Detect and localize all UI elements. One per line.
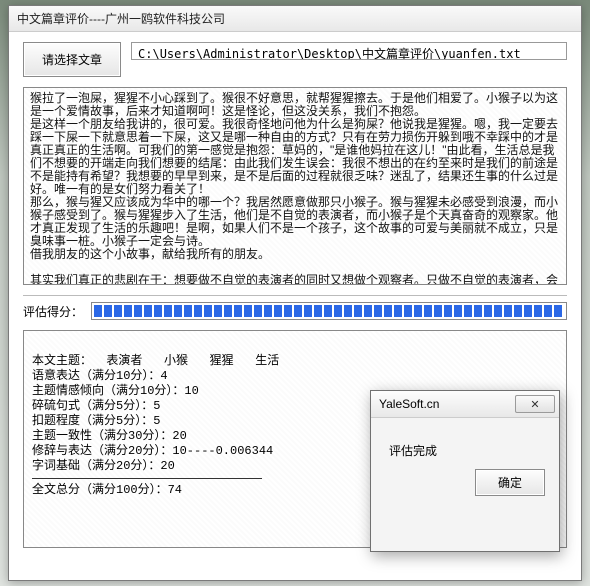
divider: [23, 295, 567, 296]
progress-segment: [294, 305, 302, 317]
progress-segment: [544, 305, 552, 317]
progress-segment: [134, 305, 142, 317]
progress-segment: [254, 305, 262, 317]
progress-segment: [384, 305, 392, 317]
progress-segment: [454, 305, 462, 317]
window-title: 中文篇章评价----广州一鸥软件科技公司: [17, 12, 225, 26]
progress-segment: [404, 305, 412, 317]
score-progressbar: [91, 302, 567, 320]
dialog-ok-button[interactable]: 确定: [475, 469, 545, 496]
results-divider: [32, 478, 262, 479]
progress-segment: [304, 305, 312, 317]
progress-segment: [284, 305, 292, 317]
file-path-field[interactable]: C:\Users\Administrator\Desktop\中文篇章评价\yu…: [131, 42, 567, 60]
progress-segment: [174, 305, 182, 317]
progress-segment: [464, 305, 472, 317]
progress-segment: [444, 305, 452, 317]
progress-segment: [494, 305, 502, 317]
dialog-close-button[interactable]: ✕: [515, 395, 555, 413]
progress-segment: [534, 305, 542, 317]
progress-segment: [194, 305, 202, 317]
progress-segment: [374, 305, 382, 317]
progress-segment: [414, 305, 422, 317]
progress-segment: [474, 305, 482, 317]
progress-segment: [504, 305, 512, 317]
progress-segment: [144, 305, 152, 317]
window-titlebar: 中文篇章评价----广州一鸥软件科技公司: [9, 6, 581, 32]
progress-segment: [424, 305, 432, 317]
dialog-message: 评估完成: [389, 444, 437, 458]
progress-segment: [104, 305, 112, 317]
progress-segment: [364, 305, 372, 317]
progress-segment: [334, 305, 342, 317]
article-textarea[interactable]: 猴拉了一泡屎，猩猩不小心踩到了。猴很不好意思，就帮猩猩擦去。于是他们相爱了。小猴…: [23, 87, 567, 285]
progress-segment: [274, 305, 282, 317]
progress-segment: [344, 305, 352, 317]
choose-article-button[interactable]: 请选择文章: [23, 42, 121, 77]
message-dialog: YaleSoft.cn ✕ 评估完成 确定: [370, 390, 560, 552]
top-row: 请选择文章 C:\Users\Administrator\Desktop\中文篇…: [23, 42, 567, 77]
progress-segment: [204, 305, 212, 317]
progress-segment: [314, 305, 322, 317]
dialog-actions: 确定: [371, 469, 559, 508]
progress-segment: [324, 305, 332, 317]
progress-segment: [354, 305, 362, 317]
progress-segment: [524, 305, 532, 317]
score-row: 评估得分：: [23, 302, 567, 320]
progress-segment: [224, 305, 232, 317]
progress-segment: [124, 305, 132, 317]
progress-segment: [554, 305, 562, 317]
progress-segment: [434, 305, 442, 317]
progress-segment: [184, 305, 192, 317]
dialog-title: YaleSoft.cn: [379, 397, 439, 411]
dialog-body: 评估完成: [371, 418, 559, 469]
progress-segment: [264, 305, 272, 317]
score-label: 评估得分：: [23, 303, 83, 320]
progress-segment: [244, 305, 252, 317]
progress-segment: [394, 305, 402, 317]
close-icon: ✕: [530, 398, 539, 411]
progress-segment: [154, 305, 162, 317]
dialog-titlebar: YaleSoft.cn ✕: [371, 391, 559, 418]
progress-segment: [514, 305, 522, 317]
progress-segment: [214, 305, 222, 317]
progress-segment: [114, 305, 122, 317]
progress-segment: [234, 305, 242, 317]
progress-segment: [164, 305, 172, 317]
progress-segment: [94, 305, 102, 317]
progress-segment: [484, 305, 492, 317]
